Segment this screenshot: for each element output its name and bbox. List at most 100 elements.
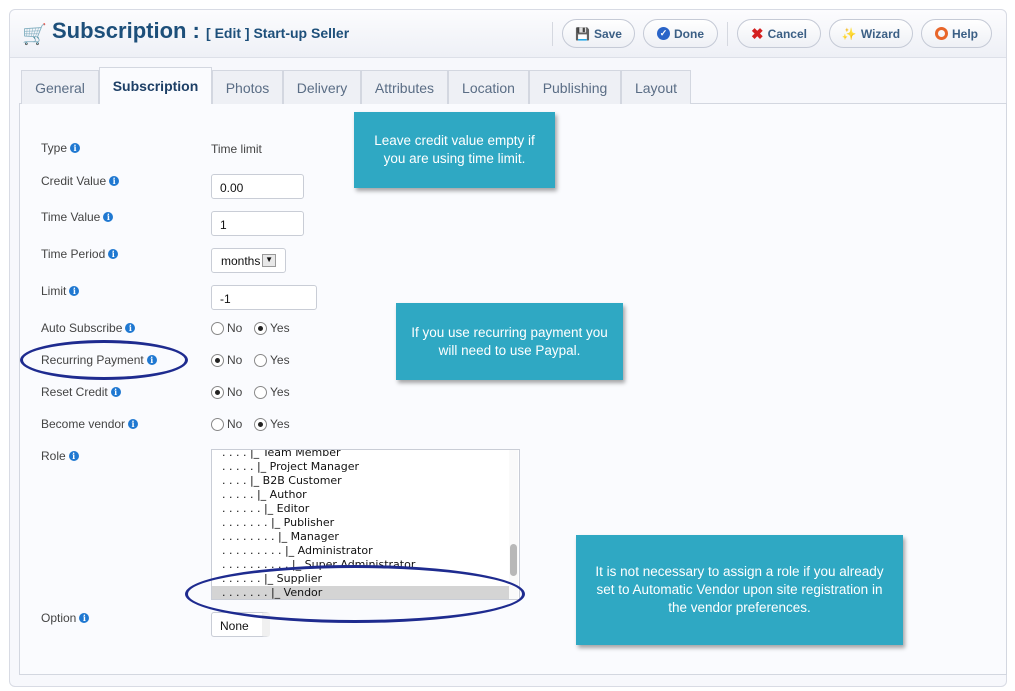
limit-label: Limit i [41, 284, 80, 298]
role-option[interactable]: . . . . . . . . . . |_ Super Administrat… [212, 558, 509, 572]
tab-publishing[interactable]: Publishing [529, 70, 621, 104]
divider [727, 22, 728, 46]
radio-yes[interactable] [254, 385, 267, 399]
done-button[interactable]: ✓ Done [643, 19, 718, 48]
help-button[interactable]: Help [921, 19, 992, 48]
radio-yes[interactable] [254, 353, 267, 367]
info-icon[interactable]: i [110, 387, 121, 397]
save-button[interactable]: 💾 Save [562, 19, 635, 48]
tooltip-role: It is not necessary to assign a role if … [576, 535, 903, 645]
tab-general[interactable]: General [21, 70, 99, 104]
role-option[interactable]: . . . . |_ Team Member [212, 450, 509, 460]
select-value: months [221, 254, 261, 268]
cancel-label: Cancel [767, 26, 807, 41]
radio-label: Yes [270, 321, 290, 335]
role-option[interactable]: . . . . . . . . |_ Manager [212, 530, 509, 544]
reset-credit-no[interactable]: No [211, 385, 242, 399]
info-icon[interactable]: i [103, 212, 114, 222]
info-icon[interactable]: i [128, 419, 139, 429]
role-listbox[interactable]: . . . . |_ Team Member. . . . . |_ Proje… [211, 449, 520, 600]
dropdown-arrow-icon: ▼ [262, 254, 276, 267]
info-icon[interactable]: i [108, 249, 119, 259]
tab-location[interactable]: Location [448, 70, 529, 104]
label-text: Time Value [41, 210, 101, 224]
done-label: Done [674, 26, 704, 41]
info-icon[interactable]: i [70, 143, 81, 153]
radio-label: No [227, 385, 243, 399]
radio-label: Yes [270, 417, 290, 431]
info-icon[interactable]: i [79, 613, 90, 623]
scrollbar[interactable] [509, 450, 518, 599]
label-text: Auto Subscribe [41, 321, 123, 335]
info-icon[interactable]: i [109, 176, 120, 186]
become-vendor-label: Become vendor i [41, 417, 139, 431]
label-text: Time Period [41, 247, 106, 261]
tab-layout[interactable]: Layout [621, 70, 691, 104]
radio-no[interactable] [211, 385, 224, 399]
check-icon: ✓ [657, 27, 670, 40]
save-icon: 💾 [575, 26, 590, 41]
x-icon: ✖ [751, 25, 764, 43]
wizard-label: Wizard [860, 26, 901, 41]
help-label: Help [951, 26, 978, 41]
radio-no[interactable] [211, 321, 224, 335]
info-icon[interactable]: i [69, 286, 80, 296]
option-select[interactable]: None [211, 612, 270, 637]
type-label: Type i [41, 141, 81, 155]
auto-subscribe-label: Auto Subscribe i [41, 321, 136, 335]
info-icon[interactable]: i [146, 355, 157, 365]
info-icon[interactable]: i [125, 323, 136, 333]
recurring-yes[interactable]: Yes [254, 353, 290, 367]
radio-label: No [227, 353, 243, 367]
label-text: Reset Credit [41, 385, 108, 399]
auto-subscribe-no[interactable]: No [211, 321, 242, 335]
info-icon[interactable]: i [68, 451, 79, 461]
credit-value-input[interactable]: 0.00 [211, 174, 304, 199]
role-option[interactable]: . . . . |_ B2B Customer [212, 474, 509, 488]
tab-attributes[interactable]: Attributes [361, 70, 448, 104]
page-title: Subscription : [ Edit ] Start-up Seller [52, 18, 349, 44]
time-value-input[interactable]: 1 [211, 211, 304, 236]
magic-wand-icon: ✨ [841, 26, 857, 41]
role-option[interactable]: . . . . . . |_ Editor [212, 502, 509, 516]
limit-input[interactable]: -1 [211, 285, 317, 310]
label-text: Recurring Payment [41, 353, 144, 367]
time-period-label: Time Period i [41, 247, 119, 261]
role-option[interactable]: . . . . . |_ Author [212, 488, 509, 502]
become-vendor-yes[interactable]: Yes [254, 417, 290, 431]
auto-subscribe-yes[interactable]: Yes [254, 321, 290, 335]
tooltip-recurring: If you use recurring payment you will ne… [396, 303, 623, 380]
role-option[interactable]: . . . . . . |_ Supplier [212, 572, 509, 586]
radio-label: No [227, 417, 243, 431]
radio-yes[interactable] [254, 417, 267, 431]
recurring-no[interactable]: No [211, 353, 242, 367]
reset-credit-label: Reset Credit i [41, 385, 121, 399]
divider [552, 22, 553, 46]
radio-no[interactable] [211, 353, 224, 367]
wizard-button[interactable]: ✨ Wizard [829, 19, 913, 48]
tab-photos[interactable]: Photos [212, 70, 283, 104]
cancel-button[interactable]: ✖ Cancel [737, 19, 821, 48]
role-option[interactable]: . . . . . . . |_ Vendor [212, 586, 509, 599]
role-option[interactable]: . . . . . . . |_ Publisher [212, 516, 509, 530]
credit-value-label: Credit Value i [41, 174, 120, 188]
radio-label: No [227, 321, 243, 335]
tab-subscription[interactable]: Subscription [99, 67, 212, 104]
label-text: Credit Value [41, 174, 107, 188]
time-period-select[interactable]: months ▼ [211, 248, 286, 273]
page-subtitle: [ Edit ] Start-up Seller [206, 25, 350, 41]
option-label: Option i [41, 611, 90, 625]
scrollbar-thumb[interactable] [510, 544, 517, 576]
label-text: Type [41, 141, 68, 155]
radio-label: Yes [270, 353, 290, 367]
role-option[interactable]: . . . . . . . . . |_ Administrator [212, 544, 509, 558]
radio-no[interactable] [211, 417, 224, 431]
tab-delivery[interactable]: Delivery [283, 70, 361, 104]
radio-label: Yes [270, 385, 290, 399]
radio-yes[interactable] [254, 321, 267, 335]
role-option[interactable]: . . . . . |_ Project Manager [212, 460, 509, 474]
reset-credit-yes[interactable]: Yes [254, 385, 290, 399]
become-vendor-no[interactable]: No [211, 417, 242, 431]
label-text: Option [41, 611, 77, 625]
label-text: Become vendor [41, 417, 126, 431]
